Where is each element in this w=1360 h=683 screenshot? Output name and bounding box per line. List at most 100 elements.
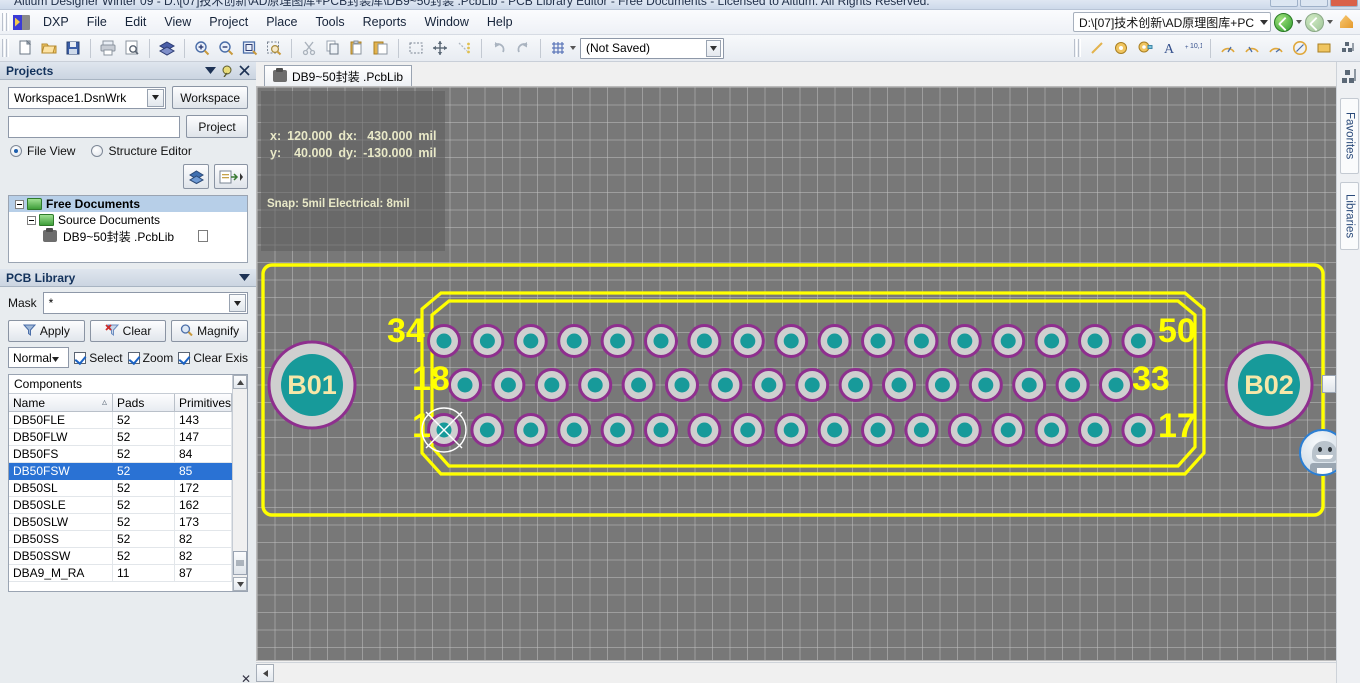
display-mode-combo[interactable]: Normal [8,347,70,368]
move-icon[interactable] [429,38,451,59]
print-preview-icon[interactable] [121,38,143,59]
workspace-button[interactable]: Workspace [172,86,248,109]
pad[interactable] [991,324,1026,358]
pad[interactable] [904,413,939,447]
open-folder-icon[interactable] [38,38,60,59]
panel-resize-handle[interactable] [1322,375,1336,393]
components-scrollbar[interactable] [232,375,247,591]
pad[interactable] [817,413,852,447]
open-project-icon[interactable] [214,164,248,189]
tree-node-selection[interactable]: DB9~50封装 .PcbLib [60,228,211,244]
checkbox-indicator-clear-existing[interactable] [178,351,191,364]
pad[interactable] [947,413,982,447]
menu-help[interactable]: Help [478,12,522,32]
forward-history-chevron-icon[interactable] [1327,20,1333,24]
apply-button[interactable]: Apply [8,320,85,342]
checkbox-select[interactable]: Select [74,351,123,365]
paste-icon[interactable] [346,38,368,59]
pad[interactable] [1099,368,1133,402]
document-tab-pcblib[interactable]: DB9~50封装 .PcbLib [264,65,413,86]
place-arc-any-angle-icon[interactable] [1265,38,1287,59]
mask-combo[interactable]: * [42,292,248,314]
pad[interactable] [687,413,722,447]
home-icon[interactable] [1336,13,1356,31]
table-row[interactable]: DB50FS 52 84 [9,446,232,463]
board-layers-icon[interactable] [156,38,178,59]
chevron-down-icon[interactable] [147,88,165,107]
pad[interactable] [795,368,830,402]
pad[interactable] [1121,324,1156,358]
pad[interactable] [470,413,505,447]
menu-file[interactable]: File [78,12,116,32]
right-dock-tab-libraries[interactable]: Libraries [1340,182,1359,250]
pad[interactable] [1034,413,1069,447]
pad[interactable] [665,368,699,402]
canvas-horizontal-scrollbar[interactable] [256,662,1360,683]
pad[interactable] [513,324,548,358]
save-icon[interactable] [62,38,84,59]
pcb-canvas[interactable]: x: 120.000 dx: 430.000 mil y: 40.000 dy:… [256,86,1339,661]
place-string-icon[interactable]: A [1158,38,1180,59]
component-wizard-icon[interactable] [1337,38,1359,59]
pad[interactable] [600,413,635,447]
zoom-area-icon[interactable] [263,38,285,59]
place-full-circle-icon[interactable] [1289,38,1311,59]
right-dock-tab-favorites[interactable]: Favorites [1340,98,1359,174]
radio-structure-editor[interactable]: Structure Editor [91,144,192,158]
close-icon[interactable] [238,65,250,77]
mounting-hole[interactable]: B02 [1224,340,1314,430]
footprint-drawing[interactable]: B01 B02 34 50 18 33 1 17 [257,87,1339,661]
scroll-thumb[interactable] [233,551,247,575]
copy-icon[interactable] [322,38,344,59]
project-button[interactable]: Project [186,115,248,138]
project-tree[interactable]: Free Documents Source Documents DB9~50封装… [8,195,248,263]
project-combo[interactable] [8,115,180,138]
menu-window[interactable]: Window [415,12,477,32]
scroll-up-button[interactable] [233,375,247,389]
menu-dxp[interactable]: DXP [34,12,78,32]
pad[interactable] [751,368,786,402]
chevron-down-icon[interactable] [1260,19,1268,25]
pad[interactable] [1012,368,1047,402]
table-row[interactable]: DB50SS 52 82 [9,531,232,548]
clear-button[interactable]: Clear [89,320,167,342]
menu-tools[interactable]: Tools [306,12,353,32]
pad[interactable] [968,368,1003,402]
components-grid[interactable]: Components Name ▵ Pads Primitives DB50FL… [8,374,248,592]
tree-node-source-documents[interactable]: Source Documents [9,212,247,228]
tree-node-free-documents[interactable]: Free Documents [9,196,247,212]
radio-file-view[interactable]: File View [10,144,75,158]
table-row[interactable]: DB50FLW 52 147 [9,429,232,446]
chevron-down-icon[interactable] [238,272,250,284]
table-row[interactable]: DB50SLE 52 162 [9,497,232,514]
grid-icon[interactable] [547,38,569,59]
pad[interactable] [470,324,505,358]
pad[interactable] [1121,413,1156,447]
chevron-down-icon[interactable] [51,351,59,365]
checkbox-indicator-zoom[interactable] [127,351,140,364]
menu-edit[interactable]: Edit [116,12,156,32]
pad[interactable] [947,324,982,358]
pad[interactable] [817,324,852,358]
radio-indicator-structure-editor[interactable] [91,145,104,157]
pad[interactable] [557,413,592,447]
new-document-icon[interactable] [14,38,36,59]
pad[interactable] [861,324,895,358]
mounting-hole[interactable]: B01 [267,340,357,430]
column-header-name[interactable]: Name ▵ [9,394,113,412]
table-row[interactable]: DB50SSW 52 82 [9,548,232,565]
close-button[interactable] [1330,0,1358,7]
scroll-down-button[interactable] [233,577,247,591]
pad[interactable] [838,368,873,402]
checkbox-indicator-select[interactable] [74,351,87,364]
pad[interactable] [730,413,765,447]
workspace-combo[interactable]: Workspace1.DsnWrk [8,86,167,109]
paste-special-icon[interactable] [370,38,392,59]
place-pad-icon[interactable] [1110,38,1132,59]
pad[interactable] [557,324,592,358]
magnify-button[interactable]: Magnify [171,320,249,342]
close-icon[interactable]: ✕ [241,673,251,683]
place-fill-icon[interactable] [1313,38,1335,59]
pad[interactable] [427,324,461,358]
grid-dropdown-chevron-icon[interactable] [570,46,576,50]
